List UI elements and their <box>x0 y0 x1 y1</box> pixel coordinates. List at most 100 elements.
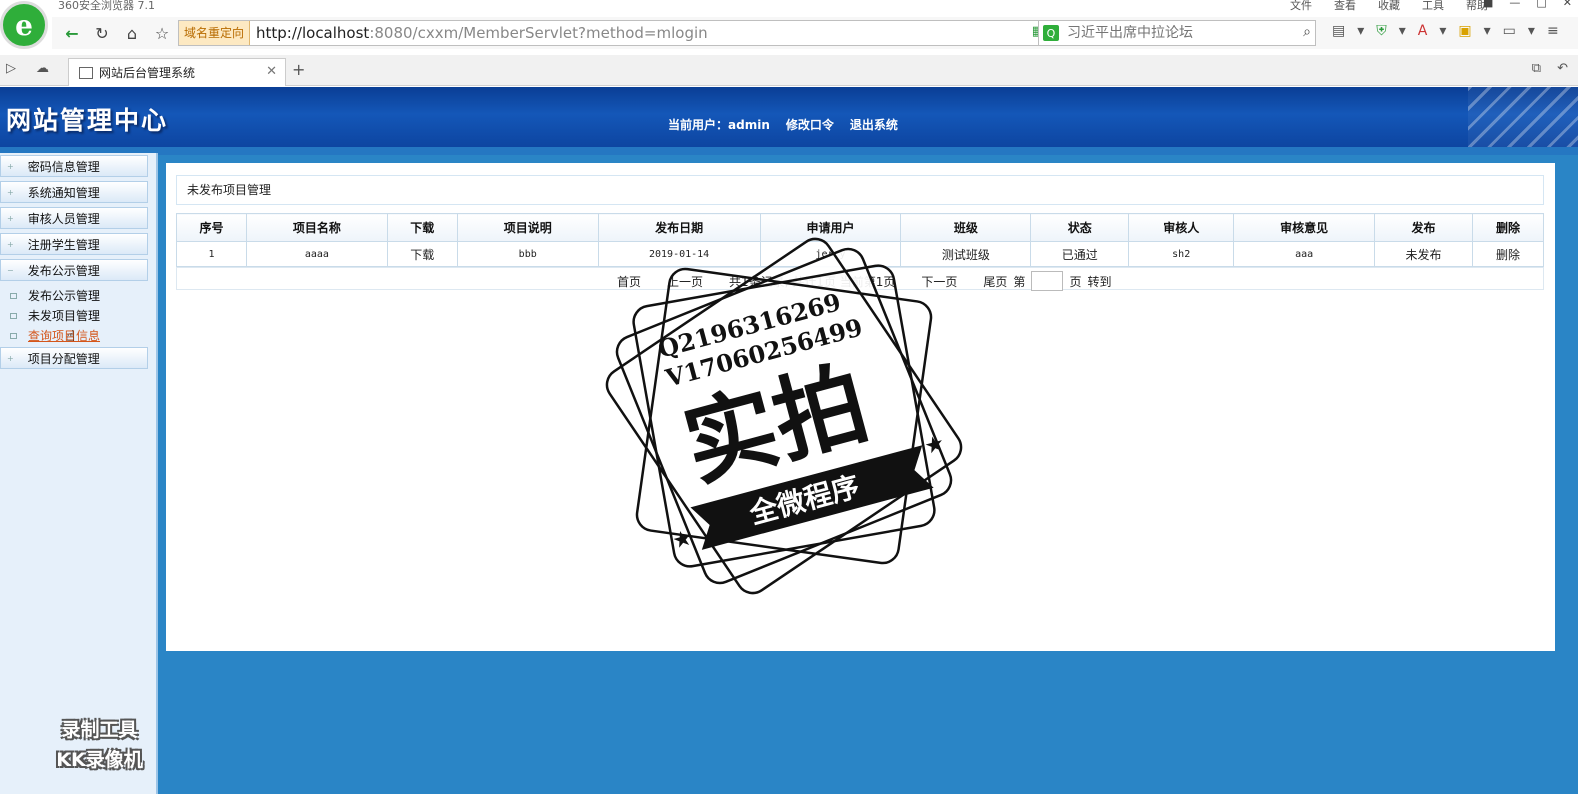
undo-icon[interactable]: ↶ <box>1557 61 1568 76</box>
watermark-stamp: Q2196316269 V17060256499 实拍 全微程序 ★ ★ <box>600 232 968 600</box>
translate-icon[interactable]: A <box>1418 23 1428 39</box>
close-window-icon[interactable]: ✕ <box>1563 0 1572 9</box>
window-controls: ■ — □ ✕ <box>1483 0 1572 9</box>
col-header: 序号 <box>176 213 247 242</box>
col-header: 项目名称 <box>245 213 388 242</box>
publish-link[interactable]: 未发布 <box>1374 241 1473 267</box>
recorder-watermark: 录制工具 KK录像机 <box>32 715 167 775</box>
dropdown-icon[interactable]: ▾ <box>1399 23 1406 39</box>
tab-bar: ▷ ☁ 网站后台管理系统 ✕ + ⧉ ↶ <box>0 55 1578 86</box>
current-user: 当前用户：admin <box>668 116 770 133</box>
col-header: 状态 <box>1030 213 1130 242</box>
doc-icon <box>10 292 17 299</box>
sidebar-item-students[interactable]: + 注册学生管理 <box>0 233 148 255</box>
browser-app-title: 360安全浏览器 7.1 <box>58 0 155 12</box>
page-suffix: 页 <box>1069 274 1082 289</box>
tab-right-icons: ⧉ ↶ <box>1532 61 1568 76</box>
col-header: 发布 <box>1374 213 1473 242</box>
sidebar-item-publicity[interactable]: − 发布公示管理 <box>0 259 148 281</box>
cell-name: aaaa <box>245 241 388 267</box>
restore-tabs-icon[interactable]: ⧉ <box>1532 61 1541 76</box>
sidebar-item-label: 审核人员管理 <box>27 211 100 226</box>
bag-icon[interactable]: ▣ <box>1458 23 1471 39</box>
menu-view[interactable]: 查看 <box>1334 0 1356 13</box>
dropdown-icon[interactable]: ▾ <box>1484 23 1491 39</box>
col-header: 项目说明 <box>456 213 599 242</box>
plus-icon: + <box>7 213 14 223</box>
redirect-tag: 域名重定向 <box>179 21 251 45</box>
search-field[interactable]: Q ⌕ <box>1038 20 1316 46</box>
url-text: http://localhost:8080/cxxm/MemberServlet… <box>250 24 708 42</box>
delete-link[interactable]: 删除 <box>1471 241 1545 267</box>
search-input[interactable] <box>1067 25 1287 41</box>
page-icon <box>79 66 93 79</box>
tab-admin[interactable]: 网站后台管理系统 ✕ <box>68 58 286 86</box>
back-icon[interactable]: ← <box>62 23 82 43</box>
url-field[interactable]: 域名重定向 http://localhost:8080/cxxm/MemberS… <box>178 20 1086 46</box>
watermark-stamp-graphic: Q2196316269 V17060256499 实拍 全微程序 ★ ★ <box>605 237 963 595</box>
cell-status: 已通过 <box>1030 241 1130 267</box>
menu-favorites[interactable]: 收藏 <box>1378 0 1400 13</box>
tab-left-icons: ▷ ☁ <box>6 61 49 76</box>
shield-icon[interactable]: ⛨ <box>1376 23 1387 39</box>
sidebar-sub-unpublished[interactable]: 未发项目管理 <box>10 307 100 324</box>
tab-label: 网站后台管理系统 <box>99 66 196 80</box>
dropdown-icon[interactable]: ▾ <box>1357 23 1364 39</box>
sidebar-sub-label: 未发项目管理 <box>28 309 101 323</box>
close-tab-icon[interactable]: ✕ <box>266 64 277 79</box>
search-icon[interactable]: ⌕ <box>1303 24 1311 40</box>
star-icon[interactable]: ☆ <box>152 23 172 43</box>
doc-icon <box>10 332 17 339</box>
browser-menu: 文件 查看 收藏 工具 帮助 <box>1290 0 1488 13</box>
download-link[interactable]: 下载 <box>386 241 458 267</box>
last-page-link[interactable]: 尾页 <box>983 273 1007 290</box>
current-user-name: admin <box>728 118 770 132</box>
sidebar-item-allocation[interactable]: + 项目分配管理 <box>0 347 148 369</box>
sidebar-item-label: 注册学生管理 <box>27 237 100 252</box>
refresh-icon[interactable]: ↻ <box>92 23 112 43</box>
sidebar-item-label: 系统通知管理 <box>27 185 100 200</box>
address-bar: ← ↻ ⌂ ☆ 域名重定向 http://localhost:8080/cxxm… <box>52 17 1578 49</box>
sidebar-sub-publish[interactable]: 发布公示管理 <box>10 287 100 304</box>
menu-tools[interactable]: 工具 <box>1422 0 1444 13</box>
cloud-icon[interactable]: ☁ <box>36 61 49 76</box>
page-number-input[interactable] <box>1031 271 1064 291</box>
breadcrumb: 未发布项目管理 <box>176 175 1544 205</box>
new-tab-icon[interactable]: + <box>292 60 305 79</box>
hand-cursor-icon: ☝ <box>66 327 76 345</box>
browser-logo-icon[interactable]: e <box>0 1 48 49</box>
cell-no: 1 <box>176 241 247 267</box>
header-strip <box>0 147 1578 155</box>
sidebar-item-notice[interactable]: + 系统通知管理 <box>0 181 148 203</box>
dropdown-icon[interactable]: ▾ <box>1528 23 1535 39</box>
browser-titlebar: 360安全浏览器 7.1 文件 查看 收藏 工具 帮助 ■ — □ ✕ <box>0 0 1578 14</box>
current-user-label: 当前用户： <box>668 118 729 132</box>
recorder-line2: KK录像机 <box>56 749 143 771</box>
minus-icon: − <box>7 265 14 275</box>
menu-icon[interactable]: ≡ <box>1547 23 1559 39</box>
screenshot-icon[interactable]: ▭ <box>1503 23 1516 39</box>
maximize-icon[interactable]: □ <box>1536 0 1546 9</box>
sidebar-item-reviewers[interactable]: + 审核人员管理 <box>0 207 148 229</box>
cell-reviewer: sh2 <box>1128 241 1235 267</box>
menu-file[interactable]: 文件 <box>1290 0 1312 13</box>
recorder-line1: 录制工具 <box>61 719 138 741</box>
change-password-link[interactable]: 修改口令 <box>786 116 834 133</box>
minimize-icon[interactable]: — <box>1509 0 1520 9</box>
logout-link[interactable]: 退出系统 <box>850 116 898 133</box>
plus-icon: + <box>7 161 14 171</box>
skin-icon[interactable]: ■ <box>1483 0 1493 9</box>
col-header: 审核人 <box>1128 213 1235 242</box>
sidebar-item-password[interactable]: + 密码信息管理 <box>0 155 148 177</box>
home-icon[interactable]: ⌂ <box>122 23 142 43</box>
sidebar-sub-query[interactable]: 查询项目信息 <box>10 327 100 344</box>
goto-link[interactable]: 转到 <box>1087 273 1111 290</box>
url-host: http://localhost <box>256 24 370 42</box>
sidebar-toggle-icon[interactable]: ▷ <box>6 61 16 76</box>
dropdown-icon[interactable]: ▾ <box>1439 23 1446 39</box>
apps-icon[interactable]: ▤ <box>1332 23 1345 39</box>
plus-icon: + <box>7 353 14 363</box>
sidebar-item-label: 项目分配管理 <box>27 351 100 366</box>
search-engine-icon[interactable]: Q <box>1043 25 1059 41</box>
cell-desc: bbb <box>456 241 599 267</box>
